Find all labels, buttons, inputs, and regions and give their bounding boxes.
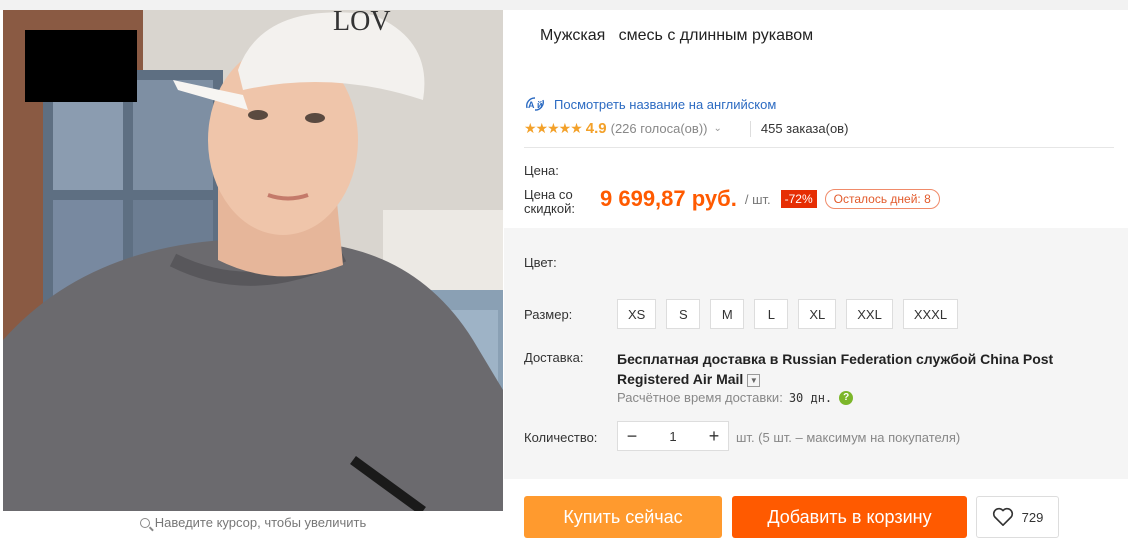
cap-logo-text: LOV [333, 10, 391, 37]
eta-value: 30 дн. [788, 390, 833, 405]
product-info: Мужская смесь с длинным рукавом A й Посм… [504, 10, 1128, 545]
price-row: 9 699,87 руб. / шт. -72% Осталось дней: … [600, 186, 940, 212]
heart-icon [992, 507, 1013, 526]
add-to-cart-button[interactable]: Добавить в корзину [732, 496, 967, 538]
size-option-xxl[interactable]: XXL [846, 299, 893, 329]
translate-link-text[interactable]: Посмотреть название на английском [554, 97, 776, 112]
size-option-xxxl[interactable]: XXXL [902, 299, 959, 329]
rating-stars: ★★★★★ [524, 120, 583, 136]
svg-text:A: A [528, 100, 535, 110]
rating-score: 4.9 [585, 120, 607, 137]
size-option-m[interactable]: M [710, 299, 745, 329]
quantity-decrease-button[interactable]: − [618, 422, 646, 450]
price-unit: / шт. [744, 191, 771, 207]
product-title: Мужская смесь с длинным рукавом [540, 27, 814, 44]
zoom-hint-text: Наведите курсор, чтобы увеличить [154, 515, 367, 530]
translate-link[interactable]: A й Посмотреть название на английском [524, 96, 776, 112]
discount-badge: -72% [780, 190, 817, 208]
size-option-l[interactable]: L [754, 299, 789, 329]
product-gallery: LOV Наведите курсор, чтобы увеличить [3, 10, 503, 545]
product-photo[interactable]: LOV [3, 10, 503, 511]
rating-row: ★★★★★ 4.9 (226 голоса(ов)) ⌄ 455 заказа(… [524, 120, 1114, 137]
size-option-xl[interactable]: XL [798, 299, 837, 329]
size-option-xs[interactable]: XS [617, 299, 657, 329]
magnifier-icon [139, 518, 150, 528]
divider [524, 147, 1114, 148]
top-strip [0, 0, 1128, 10]
discounted-price: 9 699,87 руб. [600, 186, 737, 211]
translate-icon: A й [524, 96, 546, 112]
size-option-s[interactable]: S [666, 299, 701, 329]
delivery-eta: Расчётное время доставки: 30 дн. ? [617, 390, 854, 405]
shipping-method-text: Бесплатная доставка в Russian Federation… [617, 351, 1054, 387]
chevron-down-icon[interactable]: ▼ [747, 374, 761, 387]
svg-text:й: й [537, 100, 543, 110]
quantity-input[interactable]: 1 [646, 429, 700, 444]
wishlist-count: 729 [1021, 509, 1044, 525]
zoom-hint: Наведите курсор, чтобы увеличить [3, 515, 503, 530]
divider [749, 120, 751, 137]
quantity-stepper: − 1 + [617, 421, 729, 451]
discount-price-label: Цена со скидкой: [524, 187, 575, 216]
chevron-down-icon[interactable]: ⌄ [713, 123, 721, 134]
shipping-method: Бесплатная доставка в Russian Federation… [617, 349, 1127, 389]
quantity-label: Количество: [524, 430, 598, 445]
price-label: Цена: [524, 163, 559, 178]
orders-count: 455 заказа(ов) [760, 121, 849, 136]
help-icon[interactable]: ? [839, 390, 854, 405]
size-options: XS S M L XL XXL XXXL [617, 299, 959, 329]
size-label: Размер: [524, 307, 573, 322]
eta-label: Расчётное время доставки: [617, 390, 783, 405]
color-label: Цвет: [524, 255, 557, 270]
buy-now-button[interactable]: Купить сейчас [524, 496, 722, 538]
quantity-increase-button[interactable]: + [700, 422, 728, 450]
wishlist-button[interactable]: 729 [976, 496, 1059, 538]
quantity-note: шт. (5 шт. – максимум на покупателя) [736, 430, 961, 445]
redacted-logo-block [25, 30, 137, 102]
shipping-label: Доставка: [524, 350, 584, 365]
days-left-badge: Осталось дней: 8 [824, 189, 940, 209]
votes-count[interactable]: (226 голоса(ов)) [611, 121, 708, 136]
